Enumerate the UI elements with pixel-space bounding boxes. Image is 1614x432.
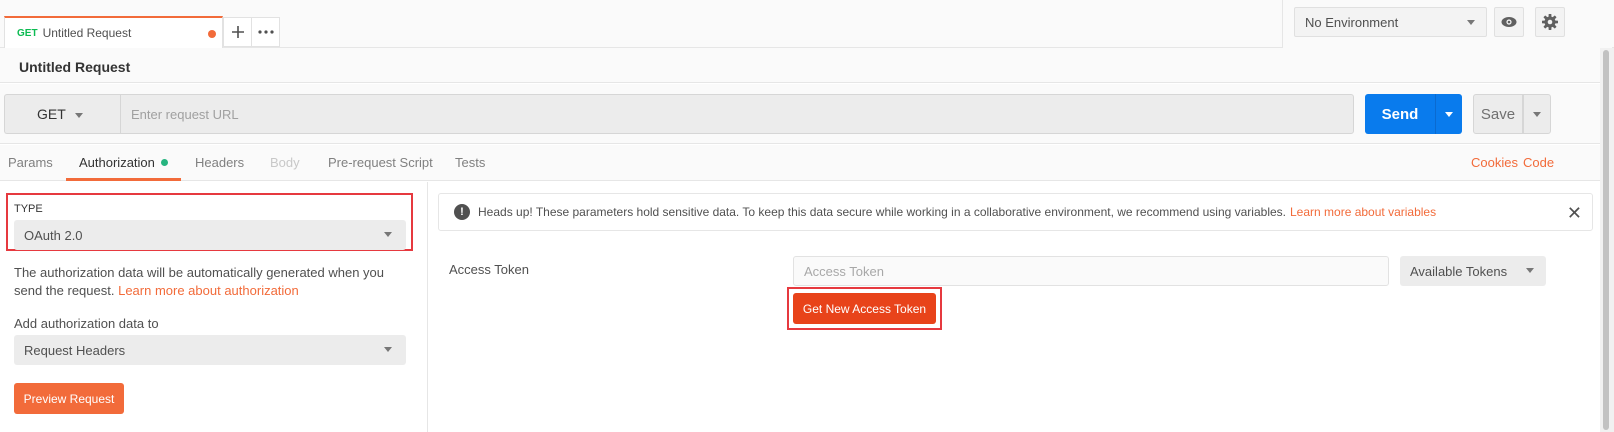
auth-details: ! Heads up! These parameters hold sensit… [429,182,1600,432]
method-select[interactable]: GET [4,94,120,134]
active-tab-indicator [66,178,181,181]
code-link[interactable]: Code [1523,155,1554,170]
chevron-down-icon [384,347,392,352]
access-token-label: Access Token [449,262,529,277]
send-options-button[interactable] [1435,94,1462,134]
new-tab-button[interactable] [223,17,252,47]
send-button[interactable]: Send [1365,94,1435,134]
add-auth-to-label: Add authorization data to [14,316,159,331]
tab-options-button[interactable] [251,17,280,47]
exclamation-icon: ! [454,204,470,220]
vertical-scrollbar[interactable] [1600,48,1614,432]
chevron-down-icon [1467,20,1475,25]
scrollbar-thumb[interactable] [1603,50,1609,430]
available-tokens-value: Available Tokens [1410,263,1508,279]
preview-request-button[interactable]: Preview Request [14,383,124,414]
auth-type-select[interactable]: OAuth 2.0 [14,220,406,250]
plus-icon [231,26,244,38]
learn-more-authorization-link[interactable]: Learn more about authorization [118,283,299,298]
request-title[interactable]: Untitled Request [19,59,130,75]
alert-text: Heads up! These parameters hold sensitiv… [478,205,1286,219]
unsaved-dot-icon [208,30,216,38]
chevron-down-icon [1526,268,1534,273]
add-auth-to-select[interactable]: Request Headers [14,335,406,365]
get-new-access-token-button[interactable]: Get New Access Token [793,293,936,324]
type-label: TYPE [14,203,43,215]
auth-type-value: OAuth 2.0 [24,227,83,243]
url-bar: GET Send Save [0,84,1600,144]
ellipsis-icon [257,30,274,34]
request-tabs: Params Authorization Headers Body Pre-re… [0,145,1600,181]
tab-params[interactable]: Params [8,155,53,170]
tab-bar: GET Untitled Request No Environment [0,0,1614,48]
request-tab-method: GET [17,27,38,39]
status-dot-icon [160,159,168,167]
cookies-link[interactable]: Cookies [1471,155,1518,170]
environment-quick-look-button[interactable] [1494,7,1524,37]
save-button[interactable]: Save [1473,94,1523,134]
request-tab[interactable]: GET Untitled Request [4,16,223,48]
access-token-input[interactable] [793,256,1389,286]
method-select-value: GET [37,106,66,122]
available-tokens-select[interactable]: Available Tokens [1400,256,1546,286]
chevron-down-icon [75,113,83,118]
request-tab-name: Untitled Request [42,26,132,40]
tab-pre-request-script[interactable]: Pre-request Script [328,155,433,170]
save-options-button[interactable] [1523,94,1551,134]
manage-environments-button[interactable] [1535,7,1565,37]
close-icon[interactable]: ✕ [1567,203,1582,224]
tab-body[interactable]: Body [270,155,300,170]
tab-headers[interactable]: Headers [195,155,244,170]
auth-description: The authorization data will be automatic… [14,264,414,300]
sensitive-data-alert: ! Heads up! These parameters hold sensit… [438,193,1593,231]
chevron-down-icon [1533,112,1541,117]
request-title-row: Untitled Request [0,48,1600,83]
url-input[interactable] [120,94,1354,134]
learn-more-variables-link[interactable]: Learn more about variables [1290,205,1436,219]
eye-icon [1501,17,1517,27]
gear-icon [1542,14,1558,30]
auth-sidebar: TYPE OAuth 2.0 The authorization data wi… [0,182,428,432]
tab-authorization-label: Authorization [79,155,155,170]
tab-tests[interactable]: Tests [455,155,485,170]
tab-authorization[interactable]: Authorization [79,155,168,170]
chevron-down-icon [384,232,392,237]
environment-select[interactable]: No Environment [1294,7,1487,37]
add-auth-to-value: Request Headers [24,342,126,358]
chevron-down-icon [1445,112,1453,117]
environment-select-value: No Environment [1305,14,1399,30]
